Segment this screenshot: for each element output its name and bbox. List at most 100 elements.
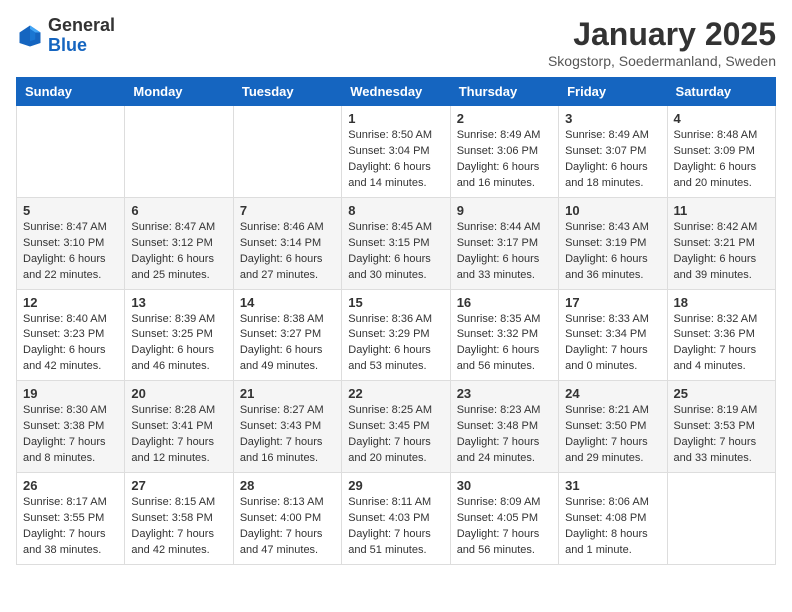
day-number: 12 <box>23 295 118 310</box>
calendar-cell: 8 Sunrise: 8:45 AMSunset: 3:15 PMDaylight… <box>342 197 450 289</box>
day-number: 4 <box>674 111 769 126</box>
day-number: 18 <box>674 295 769 310</box>
logo-icon <box>16 22 44 50</box>
calendar-cell: 5 Sunrise: 8:47 AMSunset: 3:10 PMDaylight… <box>17 197 125 289</box>
weekday-header-row: SundayMondayTuesdayWednesdayThursdayFrid… <box>17 78 776 106</box>
calendar-table: SundayMondayTuesdayWednesdayThursdayFrid… <box>16 77 776 565</box>
calendar-cell: 26 Sunrise: 8:17 AMSunset: 3:55 PMDayligh… <box>17 473 125 565</box>
calendar-week-row: 1 Sunrise: 8:50 AMSunset: 3:04 PMDaylight… <box>17 106 776 198</box>
day-info: Sunrise: 8:13 AMSunset: 4:00 PMDaylight:… <box>240 495 335 559</box>
day-number: 30 <box>457 478 552 493</box>
day-number: 16 <box>457 295 552 310</box>
weekday-header: Thursday <box>450 78 558 106</box>
calendar-cell: 15Sunrise: 8:36 AMSunset: 3:29 PMDayligh… <box>342 289 450 381</box>
day-number: 1 <box>348 111 443 126</box>
weekday-header: Wednesday <box>342 78 450 106</box>
weekday-header: Saturday <box>667 78 775 106</box>
day-info: Sunrise: 8:35 AMSunset: 3:32 PMDaylight:… <box>457 312 552 376</box>
calendar-cell: 29 Sunrise: 8:11 AMSunset: 4:03 PMDayligh… <box>342 473 450 565</box>
day-info: Sunrise: 8:39 AMSunset: 3:25 PMDaylight:… <box>131 312 226 376</box>
day-info: Sunrise: 8:44 AMSunset: 3:17 PMDaylight:… <box>457 220 552 284</box>
weekday-header: Monday <box>125 78 233 106</box>
day-info: Sunrise: 8:21 AMSunset: 3:50 PMDaylight:… <box>565 403 660 467</box>
day-number: 10 <box>565 203 660 218</box>
day-number: 2 <box>457 111 552 126</box>
calendar-cell <box>125 106 233 198</box>
day-info: Sunrise: 8:19 AMSunset: 3:53 PMDaylight:… <box>674 403 769 467</box>
calendar-cell: 11 Sunrise: 8:42 AMSunset: 3:21 PMDayligh… <box>667 197 775 289</box>
calendar-cell: 13 Sunrise: 8:39 AMSunset: 3:25 PMDayligh… <box>125 289 233 381</box>
calendar-cell: 24 Sunrise: 8:21 AMSunset: 3:50 PMDayligh… <box>559 381 667 473</box>
page-header: General Blue January 2025 Skogstorp, Soe… <box>16 16 776 69</box>
day-info: Sunrise: 8:48 AMSunset: 3:09 PMDaylight:… <box>674 128 769 192</box>
title-block: January 2025 Skogstorp, Soedermanland, S… <box>548 16 776 69</box>
day-number: 17 <box>565 295 660 310</box>
day-info: Sunrise: 8:30 AMSunset: 3:38 PMDaylight:… <box>23 403 118 467</box>
calendar-cell: 21 Sunrise: 8:27 AMSunset: 3:43 PMDayligh… <box>233 381 341 473</box>
calendar-cell: 3 Sunrise: 8:49 AMSunset: 3:07 PMDaylight… <box>559 106 667 198</box>
calendar-week-row: 5 Sunrise: 8:47 AMSunset: 3:10 PMDaylight… <box>17 197 776 289</box>
day-number: 23 <box>457 386 552 401</box>
day-info: Sunrise: 8:47 AMSunset: 3:10 PMDaylight:… <box>23 220 118 284</box>
calendar-cell: 25Sunrise: 8:19 AMSunset: 3:53 PMDayligh… <box>667 381 775 473</box>
calendar-cell: 20Sunrise: 8:28 AMSunset: 3:41 PMDayligh… <box>125 381 233 473</box>
day-number: 27 <box>131 478 226 493</box>
day-number: 28 <box>240 478 335 493</box>
day-number: 22 <box>348 386 443 401</box>
calendar-week-row: 12Sunrise: 8:40 AMSunset: 3:23 PMDayligh… <box>17 289 776 381</box>
calendar-cell <box>17 106 125 198</box>
calendar-cell: 16 Sunrise: 8:35 AMSunset: 3:32 PMDayligh… <box>450 289 558 381</box>
logo-blue: Blue <box>48 35 87 55</box>
day-info: Sunrise: 8:32 AMSunset: 3:36 PMDaylight:… <box>674 312 769 376</box>
calendar-cell: 22 Sunrise: 8:25 AMSunset: 3:45 PMDayligh… <box>342 381 450 473</box>
calendar-cell: 12Sunrise: 8:40 AMSunset: 3:23 PMDayligh… <box>17 289 125 381</box>
calendar-cell: 27 Sunrise: 8:15 AMSunset: 3:58 PMDayligh… <box>125 473 233 565</box>
calendar-cell: 18 Sunrise: 8:32 AMSunset: 3:36 PMDayligh… <box>667 289 775 381</box>
day-number: 26 <box>23 478 118 493</box>
calendar-cell: 7 Sunrise: 8:46 AMSunset: 3:14 PMDaylight… <box>233 197 341 289</box>
day-info: Sunrise: 8:42 AMSunset: 3:21 PMDaylight:… <box>674 220 769 284</box>
day-number: 19 <box>23 386 118 401</box>
day-info: Sunrise: 8:46 AMSunset: 3:14 PMDaylight:… <box>240 220 335 284</box>
day-info: Sunrise: 8:47 AMSunset: 3:12 PMDaylight:… <box>131 220 226 284</box>
calendar-cell: 19 Sunrise: 8:30 AMSunset: 3:38 PMDayligh… <box>17 381 125 473</box>
calendar-cell: 10Sunrise: 8:43 AMSunset: 3:19 PMDayligh… <box>559 197 667 289</box>
logo: General Blue <box>16 16 115 56</box>
calendar-cell: 4 Sunrise: 8:48 AMSunset: 3:09 PMDaylight… <box>667 106 775 198</box>
day-number: 29 <box>348 478 443 493</box>
day-info: Sunrise: 8:06 AMSunset: 4:08 PMDaylight:… <box>565 495 660 559</box>
day-number: 13 <box>131 295 226 310</box>
day-number: 11 <box>674 203 769 218</box>
calendar-cell: 23Sunrise: 8:23 AMSunset: 3:48 PMDayligh… <box>450 381 558 473</box>
month-title: January 2025 <box>548 16 776 53</box>
calendar-cell: 2Sunrise: 8:49 AMSunset: 3:06 PMDaylight… <box>450 106 558 198</box>
day-number: 24 <box>565 386 660 401</box>
day-info: Sunrise: 8:27 AMSunset: 3:43 PMDaylight:… <box>240 403 335 467</box>
day-info: Sunrise: 8:09 AMSunset: 4:05 PMDaylight:… <box>457 495 552 559</box>
day-info: Sunrise: 8:45 AMSunset: 3:15 PMDaylight:… <box>348 220 443 284</box>
day-number: 21 <box>240 386 335 401</box>
day-info: Sunrise: 8:50 AMSunset: 3:04 PMDaylight:… <box>348 128 443 192</box>
day-info: Sunrise: 8:49 AMSunset: 3:07 PMDaylight:… <box>565 128 660 192</box>
calendar-week-row: 19 Sunrise: 8:30 AMSunset: 3:38 PMDayligh… <box>17 381 776 473</box>
day-info: Sunrise: 8:28 AMSunset: 3:41 PMDaylight:… <box>131 403 226 467</box>
day-number: 8 <box>348 203 443 218</box>
calendar-cell: 6Sunrise: 8:47 AMSunset: 3:12 PMDaylight… <box>125 197 233 289</box>
day-info: Sunrise: 8:38 AMSunset: 3:27 PMDaylight:… <box>240 312 335 376</box>
day-number: 3 <box>565 111 660 126</box>
day-number: 7 <box>240 203 335 218</box>
logo-general: General <box>48 15 115 35</box>
calendar-week-row: 26 Sunrise: 8:17 AMSunset: 3:55 PMDayligh… <box>17 473 776 565</box>
calendar-cell <box>667 473 775 565</box>
calendar-cell: 28 Sunrise: 8:13 AMSunset: 4:00 PMDayligh… <box>233 473 341 565</box>
day-info: Sunrise: 8:15 AMSunset: 3:58 PMDaylight:… <box>131 495 226 559</box>
calendar-cell: 9Sunrise: 8:44 AMSunset: 3:17 PMDaylight… <box>450 197 558 289</box>
day-info: Sunrise: 8:17 AMSunset: 3:55 PMDaylight:… <box>23 495 118 559</box>
weekday-header: Friday <box>559 78 667 106</box>
day-info: Sunrise: 8:11 AMSunset: 4:03 PMDaylight:… <box>348 495 443 559</box>
day-info: Sunrise: 8:25 AMSunset: 3:45 PMDaylight:… <box>348 403 443 467</box>
day-number: 5 <box>23 203 118 218</box>
calendar-cell: 14Sunrise: 8:38 AMSunset: 3:27 PMDayligh… <box>233 289 341 381</box>
weekday-header: Sunday <box>17 78 125 106</box>
calendar-cell: 1 Sunrise: 8:50 AMSunset: 3:04 PMDaylight… <box>342 106 450 198</box>
